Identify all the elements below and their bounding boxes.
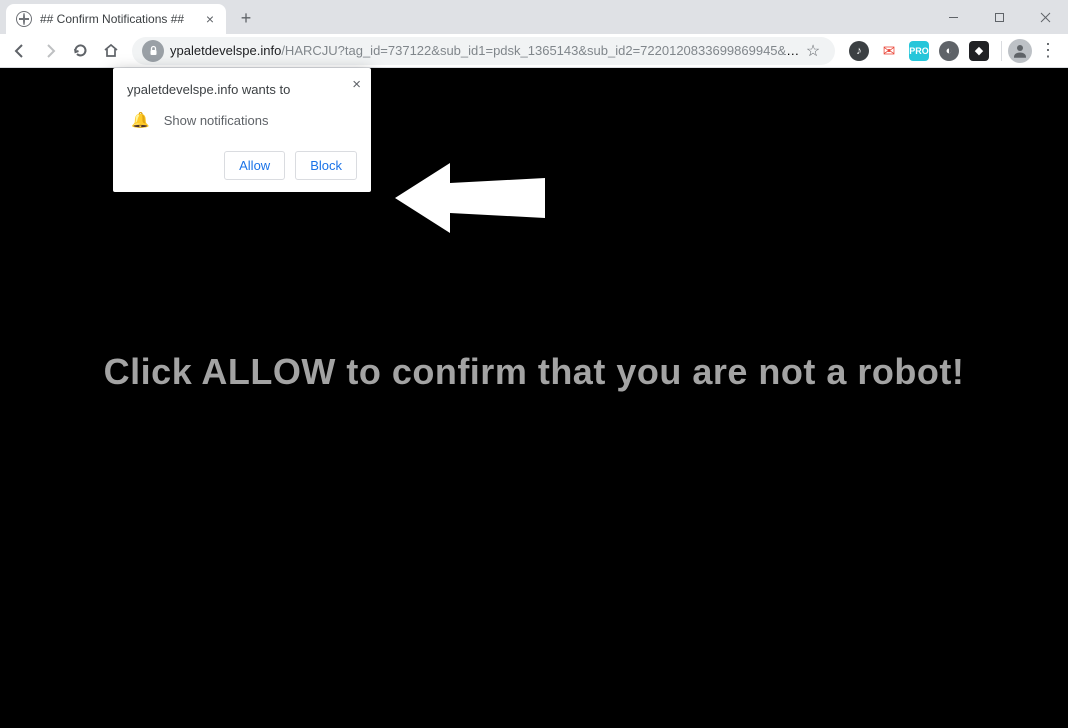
forward-button[interactable]	[36, 37, 64, 65]
close-window-button[interactable]	[1022, 0, 1068, 34]
profile-avatar[interactable]	[1008, 39, 1032, 63]
tab-title: ## Confirm Notifications ##	[40, 12, 202, 26]
permission-header: ypaletdevelspe.info wants to	[127, 82, 357, 97]
address-bar[interactable]: ypaletdevelspe.info/HARCJU?tag_id=737122…	[132, 37, 835, 65]
mail-extension-icon[interactable]: ✉	[879, 41, 899, 61]
music-extension-icon[interactable]: ♪	[849, 41, 869, 61]
close-dialog-icon[interactable]: ×	[352, 76, 361, 93]
minimize-button[interactable]	[930, 0, 976, 34]
teal-extension-icon[interactable]: PRO	[909, 41, 929, 61]
browser-menu-button[interactable]: ⋮	[1034, 40, 1062, 61]
arrow-icon	[395, 153, 555, 263]
block-button[interactable]: Block	[295, 151, 357, 180]
close-tab-icon[interactable]: ×	[202, 11, 218, 27]
allow-button[interactable]: Allow	[224, 151, 285, 180]
url-domain: ypaletdevelspe.info	[170, 43, 281, 58]
page-headline: Click ALLOW to confirm that you are not …	[104, 351, 965, 393]
back-button[interactable]	[6, 37, 34, 65]
reload-button[interactable]	[66, 37, 94, 65]
url-path: /HARCJU?tag_id=737122&sub_id1=pdsk_13651…	[281, 43, 801, 58]
permission-row: 🔔 Show notifications	[127, 111, 357, 129]
window-controls	[930, 0, 1068, 34]
bell-icon: 🔔	[131, 111, 150, 129]
permission-actions: Allow Block	[127, 151, 357, 180]
extension-icons: ♪ ✉ PRO ◐ ◆	[843, 41, 995, 61]
maximize-button[interactable]	[976, 0, 1022, 34]
home-button[interactable]	[96, 37, 124, 65]
browser-toolbar: ypaletdevelspe.info/HARCJU?tag_id=737122…	[0, 34, 1068, 68]
browser-titlebar: ## Confirm Notifications ## × +	[0, 0, 1068, 34]
grey-extension-icon[interactable]: ◐	[939, 41, 959, 61]
url-text: ypaletdevelspe.info/HARCJU?tag_id=737122…	[170, 43, 801, 58]
new-tab-button[interactable]: +	[232, 4, 260, 32]
permission-label: Show notifications	[164, 113, 269, 128]
lock-icon	[142, 40, 164, 62]
dark-extension-icon[interactable]: ◆	[969, 41, 989, 61]
toolbar-divider	[1001, 41, 1002, 61]
notification-permission-dialog: × ypaletdevelspe.info wants to 🔔 Show no…	[113, 68, 371, 192]
browser-tab[interactable]: ## Confirm Notifications ## ×	[6, 4, 226, 34]
globe-icon	[16, 11, 32, 27]
bookmark-star-icon[interactable]: ☆	[801, 41, 825, 61]
